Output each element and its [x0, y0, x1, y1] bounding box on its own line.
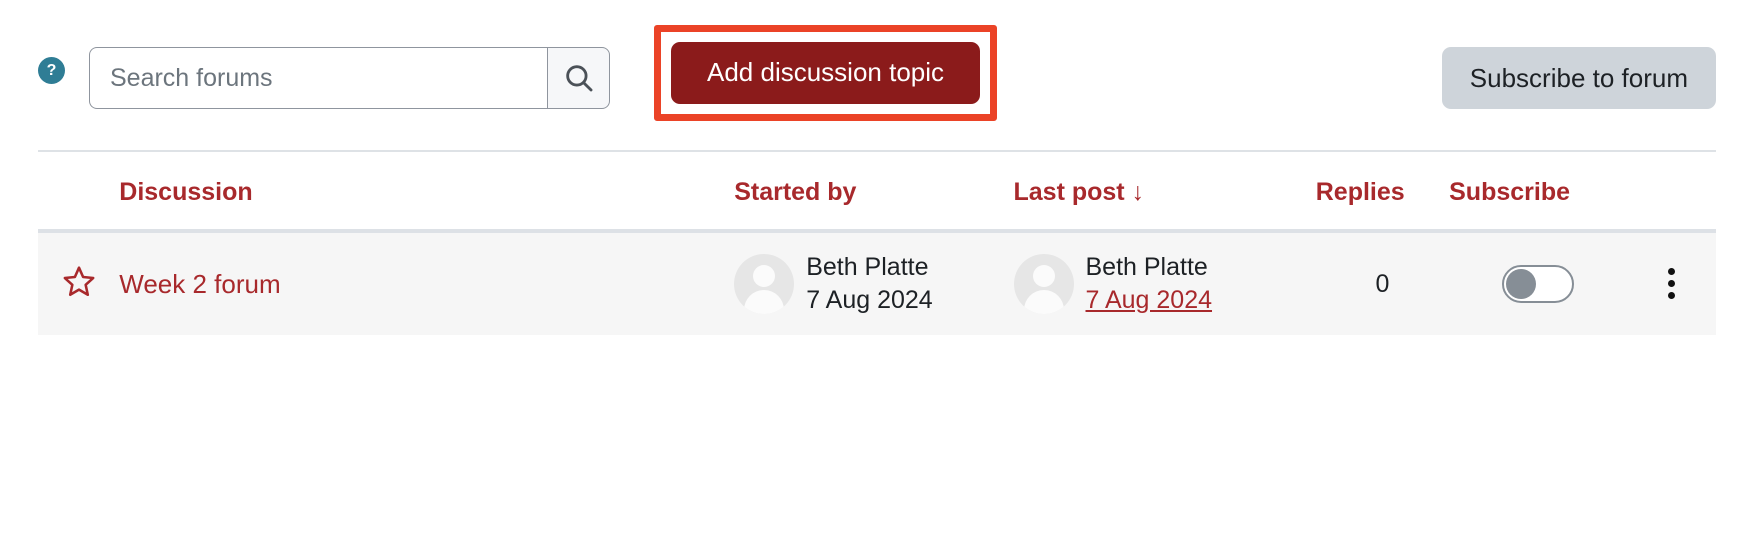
last-post-person: Beth Platte 7 Aug 2024 [1013, 251, 1316, 317]
discussion-cell: Week 2 forum [119, 231, 734, 335]
search-submit-button[interactable] [547, 47, 610, 109]
add-discussion-highlight: Add discussion topic [654, 25, 998, 121]
subscribe-to-forum-button[interactable]: Subscribe to forum [1441, 47, 1716, 109]
toggle-knob [1505, 269, 1536, 299]
forum-toolbar: ? Add discussion topic Subscribe to foru… [0, 0, 1754, 150]
started-by-name: Beth Platte [806, 253, 929, 281]
column-header-discussion[interactable]: Discussion [119, 152, 734, 231]
table-header-row: Discussion Started by Last post ↓ Replie… [38, 152, 1716, 231]
discussion-link[interactable]: Week 2 forum [119, 269, 280, 299]
add-discussion-topic-button[interactable]: Add discussion topic [671, 42, 981, 104]
column-header-replies[interactable]: Replies [1316, 152, 1449, 231]
last-post-name: Beth Platte [1085, 253, 1208, 281]
column-header-star [38, 152, 119, 231]
subscribe-cell [1449, 231, 1626, 335]
avatar [734, 254, 795, 314]
table-row: Week 2 forum Beth Platte 7 Aug 2024 Beth… [38, 231, 1716, 335]
favourite-cell [38, 231, 119, 335]
avatar [1013, 254, 1074, 314]
star-outline-icon[interactable] [62, 264, 96, 298]
started-by-date: 7 Aug 2024 [806, 286, 933, 314]
last-post-date-link[interactable]: 7 Aug 2024 [1086, 284, 1213, 317]
row-menu-cell [1626, 231, 1716, 335]
kebab-menu-icon[interactable] [1658, 257, 1685, 310]
column-header-subscribe: Subscribe [1449, 178, 1570, 206]
column-header-menu [1626, 152, 1716, 231]
last-post-text: Beth Platte 7 Aug 2024 [1086, 251, 1213, 317]
column-header-last-post[interactable]: Last post ↓ [1014, 152, 1316, 231]
table-header: Discussion Started by Last post ↓ Replie… [38, 152, 1716, 231]
replies-count: 0 [1375, 269, 1390, 298]
started-by-text: Beth Platte 7 Aug 2024 [806, 251, 933, 317]
started-by-person: Beth Platte 7 Aug 2024 [734, 251, 1013, 317]
started-by-cell: Beth Platte 7 Aug 2024 [734, 231, 1013, 335]
column-header-started-by[interactable]: Started by [734, 152, 1013, 231]
help-icon[interactable]: ? [38, 57, 65, 84]
search-form [89, 47, 610, 109]
search-icon [562, 61, 596, 95]
column-header-last-post-label: Last post [1013, 178, 1125, 206]
search-input[interactable] [89, 47, 547, 109]
arrow-down-icon: ↓ [1131, 178, 1145, 206]
discussions-table-wrapper: Discussion Started by Last post ↓ Replie… [38, 150, 1716, 335]
last-post-cell: Beth Platte 7 Aug 2024 [1013, 231, 1316, 335]
discussions-table: Discussion Started by Last post ↓ Replie… [38, 152, 1716, 335]
table-body: Week 2 forum Beth Platte 7 Aug 2024 Beth… [38, 231, 1716, 335]
subscribe-toggle[interactable] [1501, 265, 1574, 303]
